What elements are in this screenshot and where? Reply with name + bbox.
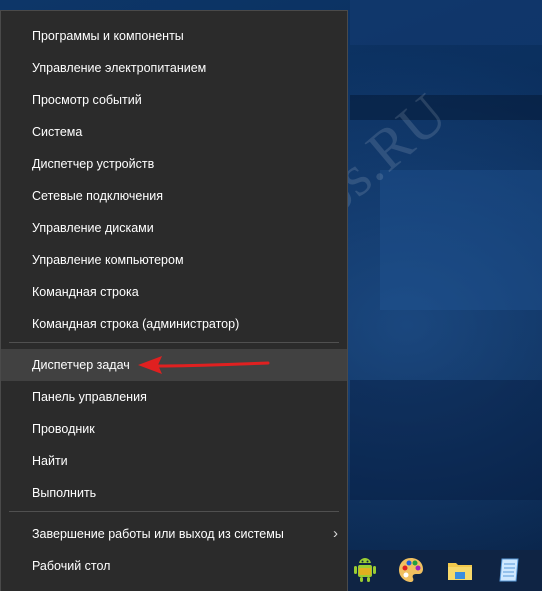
menu-item-control-panel[interactable]: Панель управления <box>1 381 347 413</box>
menu-item-search[interactable]: Найти <box>1 445 347 477</box>
window-pane <box>350 380 542 500</box>
annotation-arrow-icon <box>138 356 270 374</box>
menu-item-file-explorer[interactable]: Проводник <box>1 413 347 445</box>
menu-item-disk-management[interactable]: Управление дисками <box>1 212 347 244</box>
window-pane <box>380 170 542 310</box>
file-explorer-icon[interactable] <box>445 555 475 585</box>
menu-item-device-manager[interactable]: Диспетчер устройств <box>1 148 347 180</box>
menu-separator <box>9 511 339 512</box>
menu-item-event-viewer[interactable]: Просмотр событий <box>1 84 347 116</box>
menu-item-shutdown-signout[interactable]: Завершение работы или выход из системы › <box>1 518 347 550</box>
menu-item-label: Завершение работы или выход из системы <box>32 527 284 541</box>
menu-item-desktop[interactable]: Рабочий стол <box>1 550 347 582</box>
android-icon[interactable] <box>350 555 380 585</box>
window-pane <box>350 0 542 45</box>
menu-item-programs-features[interactable]: Программы и компоненты <box>1 20 347 52</box>
paint-palette-icon[interactable] <box>396 555 426 585</box>
menu-separator <box>9 342 339 343</box>
menu-item-computer-management[interactable]: Управление компьютером <box>1 244 347 276</box>
menu-item-command-prompt[interactable]: Командная строка <box>1 276 347 308</box>
winx-context-menu: Программы и компоненты Управление электр… <box>0 10 348 591</box>
menu-item-network-connections[interactable]: Сетевые подключения <box>1 180 347 212</box>
menu-item-command-prompt-admin[interactable]: Командная строка (администратор) <box>1 308 347 340</box>
menu-item-run[interactable]: Выполнить <box>1 477 347 509</box>
chevron-right-icon: › <box>333 525 338 542</box>
menu-item-power-options[interactable]: Управление электропитанием <box>1 52 347 84</box>
menu-item-system[interactable]: Система <box>1 116 347 148</box>
notepad-icon[interactable] <box>494 555 524 585</box>
